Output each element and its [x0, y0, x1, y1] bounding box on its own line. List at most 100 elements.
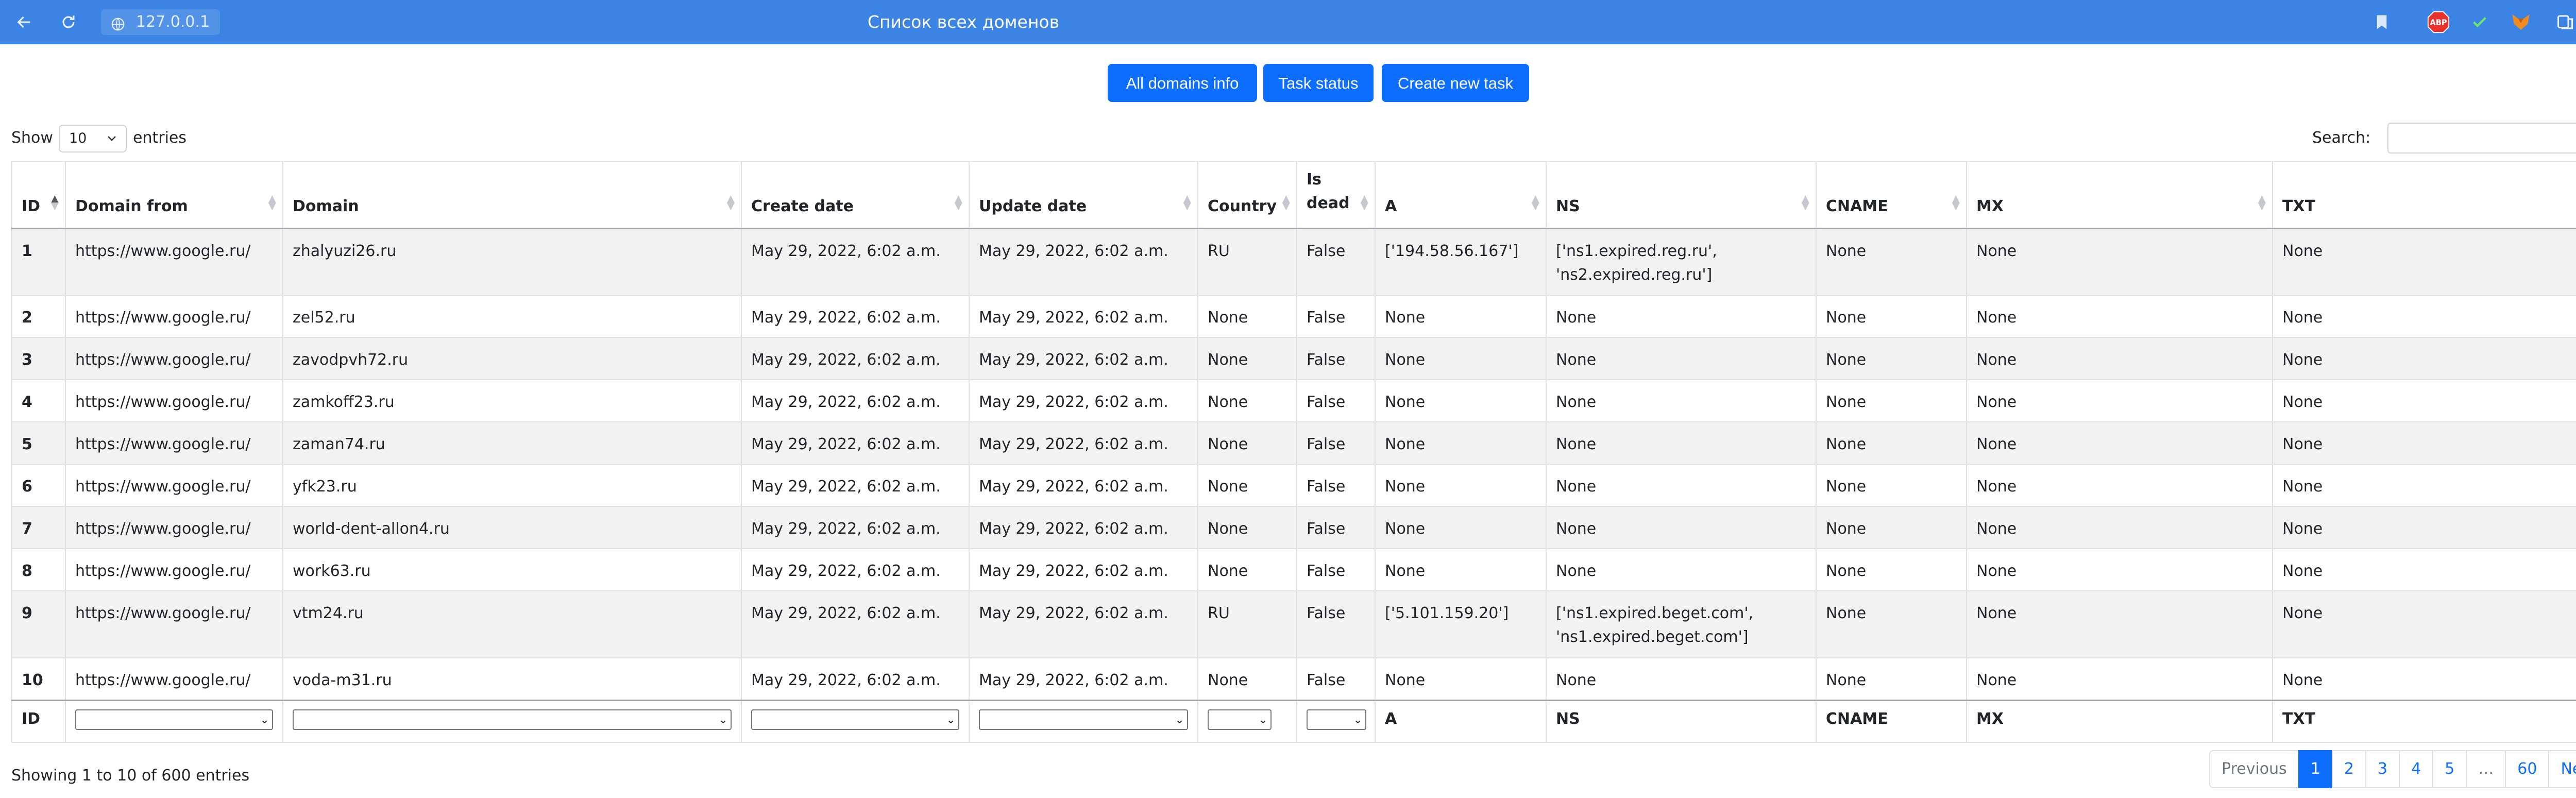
cell-ns: None [1546, 548, 1817, 591]
cell-txt: None [2272, 464, 2576, 507]
cell-ns: None [1546, 295, 1817, 338]
cell-domain-from: https://www.google.ru/ [65, 464, 283, 507]
sort-icon: ▲ ▼ [2258, 192, 2266, 212]
task-status-button[interactable]: Task status [1263, 64, 1374, 102]
fox-extension-icon[interactable] [2509, 10, 2533, 34]
cell-is-dead: False [1296, 337, 1376, 380]
cell-domain: zamkoff23.ru [282, 379, 742, 422]
search-input[interactable] [2387, 123, 2576, 154]
cell-id: 9 [11, 590, 66, 658]
entries-length-select[interactable]: 10 [59, 125, 127, 152]
chevron-down-icon: ⌄ [1175, 713, 1184, 726]
page-button-60[interactable]: 60 [2505, 750, 2550, 788]
cell-ns: None [1546, 506, 1817, 549]
cell-mx: None [1966, 506, 2273, 549]
column-header-mx[interactable]: MX ▲ ▼ [1966, 161, 2273, 229]
filter-is-dead-select[interactable]: ⌄ [1307, 709, 1366, 730]
cell-a: None [1375, 337, 1547, 380]
cell-country: None [1197, 379, 1297, 422]
cell-cname: None [1816, 506, 1967, 549]
cell-a: None [1375, 548, 1547, 591]
cell-domain: work63.ru [282, 548, 742, 591]
cell-domain: voda-m31.ru [282, 657, 742, 701]
cell-update-date: May 29, 2022, 6:02 a.m. [969, 548, 1198, 591]
domains-table: ID ▲ ▼ Domain from ▲ ▼ Domain ▲ ▼ Create date ▲… [11, 161, 2576, 743]
page-button-2[interactable]: 2 [2331, 750, 2366, 788]
page-button-1[interactable]: 1 [2298, 750, 2333, 788]
cell-txt: None [2272, 506, 2576, 549]
filter-country-select[interactable]: ⌄ [1208, 709, 1272, 730]
column-header-update-date[interactable]: Update date ▲ ▼ [969, 161, 1198, 229]
bookmark-icon[interactable] [2370, 10, 2394, 34]
column-header-id[interactable]: ID ▲ ▼ [11, 161, 66, 229]
cell-txt: None [2272, 295, 2576, 338]
cell-create-date: May 29, 2022, 6:02 a.m. [741, 548, 970, 591]
table-row: 3 https://www.google.ru/ zavodpvh72.ru M… [11, 337, 2576, 380]
column-header-cname[interactable]: CNAME ▲ ▼ [1816, 161, 1967, 229]
cell-create-date: May 29, 2022, 6:02 a.m. [741, 337, 970, 380]
column-header-domain-from[interactable]: Domain from ▲ ▼ [65, 161, 283, 229]
cell-create-date: May 29, 2022, 6:02 a.m. [741, 506, 970, 549]
cell-country: None [1197, 464, 1297, 507]
next-page-button[interactable]: Next [2548, 750, 2576, 788]
all-domains-info-button[interactable]: All domains info [1108, 64, 1257, 102]
cell-mx: None [1966, 590, 2273, 658]
cell-create-date: May 29, 2022, 6:02 a.m. [741, 228, 970, 296]
cell-domain-from: https://www.google.ru/ [65, 548, 283, 591]
cell-update-date: May 29, 2022, 6:02 a.m. [969, 379, 1198, 422]
filter-domain-from-select[interactable]: ⌄ [75, 709, 273, 730]
show-label: Show [11, 129, 53, 147]
cell-create-date: May 29, 2022, 6:02 a.m. [741, 379, 970, 422]
chevron-down-icon [106, 126, 117, 160]
cell-update-date: May 29, 2022, 6:02 a.m. [969, 228, 1198, 296]
cell-txt: None [2272, 548, 2576, 591]
cell-is-dead: False [1296, 590, 1376, 658]
filter-country: ⌄ [1197, 699, 1297, 743]
cell-cname: None [1816, 421, 1967, 465]
filter-create-date: ⌄ [741, 699, 970, 743]
cell-cname: None [1816, 590, 1967, 658]
cell-domain-from: https://www.google.ru/ [65, 379, 283, 422]
cell-ns: None [1546, 379, 1817, 422]
create-new-task-button[interactable]: Create new task [1382, 64, 1529, 102]
cell-is-dead: False [1296, 379, 1376, 422]
cell-cname: None [1816, 379, 1967, 422]
cell-cname: None [1816, 657, 1967, 701]
cell-domain: yfk23.ru [282, 464, 742, 507]
cell-create-date: May 29, 2022, 6:02 a.m. [741, 657, 970, 701]
column-header-domain[interactable]: Domain ▲ ▼ [282, 161, 742, 229]
column-header-country[interactable]: Country ▲ ▼ [1197, 161, 1297, 229]
column-header-is-dead[interactable]: Is dead ▲ ▼ [1296, 161, 1376, 229]
cell-domain-from: https://www.google.ru/ [65, 506, 283, 549]
cell-is-dead: False [1296, 464, 1376, 507]
column-header-create-date[interactable]: Create date ▲ ▼ [741, 161, 970, 229]
cell-txt: None [2272, 421, 2576, 465]
page-button-3[interactable]: 3 [2365, 750, 2400, 788]
page-button-5[interactable]: 5 [2432, 750, 2467, 788]
filter-domain-select[interactable]: ⌄ [293, 709, 732, 730]
cell-update-date: May 29, 2022, 6:02 a.m. [969, 295, 1198, 338]
domains-table-wrapper: ID ▲ ▼ Domain from ▲ ▼ Domain ▲ ▼ Create date ▲… [11, 161, 2576, 743]
table-row: 1 https://www.google.ru/ zhalyuzi26.ru M… [11, 228, 2576, 296]
check-extension-icon[interactable] [2468, 10, 2492, 34]
cell-country: RU [1197, 590, 1297, 658]
filter-domain: ⌄ [282, 699, 742, 743]
page-button-4[interactable]: 4 [2399, 750, 2434, 788]
filter-update-date-select[interactable]: ⌄ [979, 709, 1188, 730]
column-header-a[interactable]: A ▲ ▼ [1375, 161, 1547, 229]
column-header-ns[interactable]: NS ▲ ▼ [1546, 161, 1817, 229]
chevron-down-icon: ⌄ [260, 713, 269, 726]
chevron-down-icon: ⌄ [1259, 713, 1267, 726]
reader-icon[interactable] [2553, 10, 2576, 34]
filter-create-date-select[interactable]: ⌄ [751, 709, 959, 730]
adblock-icon[interactable]: ABP [2427, 10, 2450, 34]
cell-cname: None [1816, 228, 1967, 296]
table-row: 9 https://www.google.ru/ vtm24.ru May 29… [11, 590, 2576, 658]
filter-domain-from: ⌄ [65, 699, 283, 743]
previous-page-button[interactable]: Previous [2209, 750, 2299, 788]
cell-domain-from: https://www.google.ru/ [65, 228, 283, 296]
cell-id: 4 [11, 379, 66, 422]
sort-icon: ▲ ▼ [726, 192, 735, 212]
sort-icon: ▲ ▼ [1183, 192, 1191, 212]
column-header-txt[interactable]: TXT▲▼ [2272, 161, 2576, 229]
